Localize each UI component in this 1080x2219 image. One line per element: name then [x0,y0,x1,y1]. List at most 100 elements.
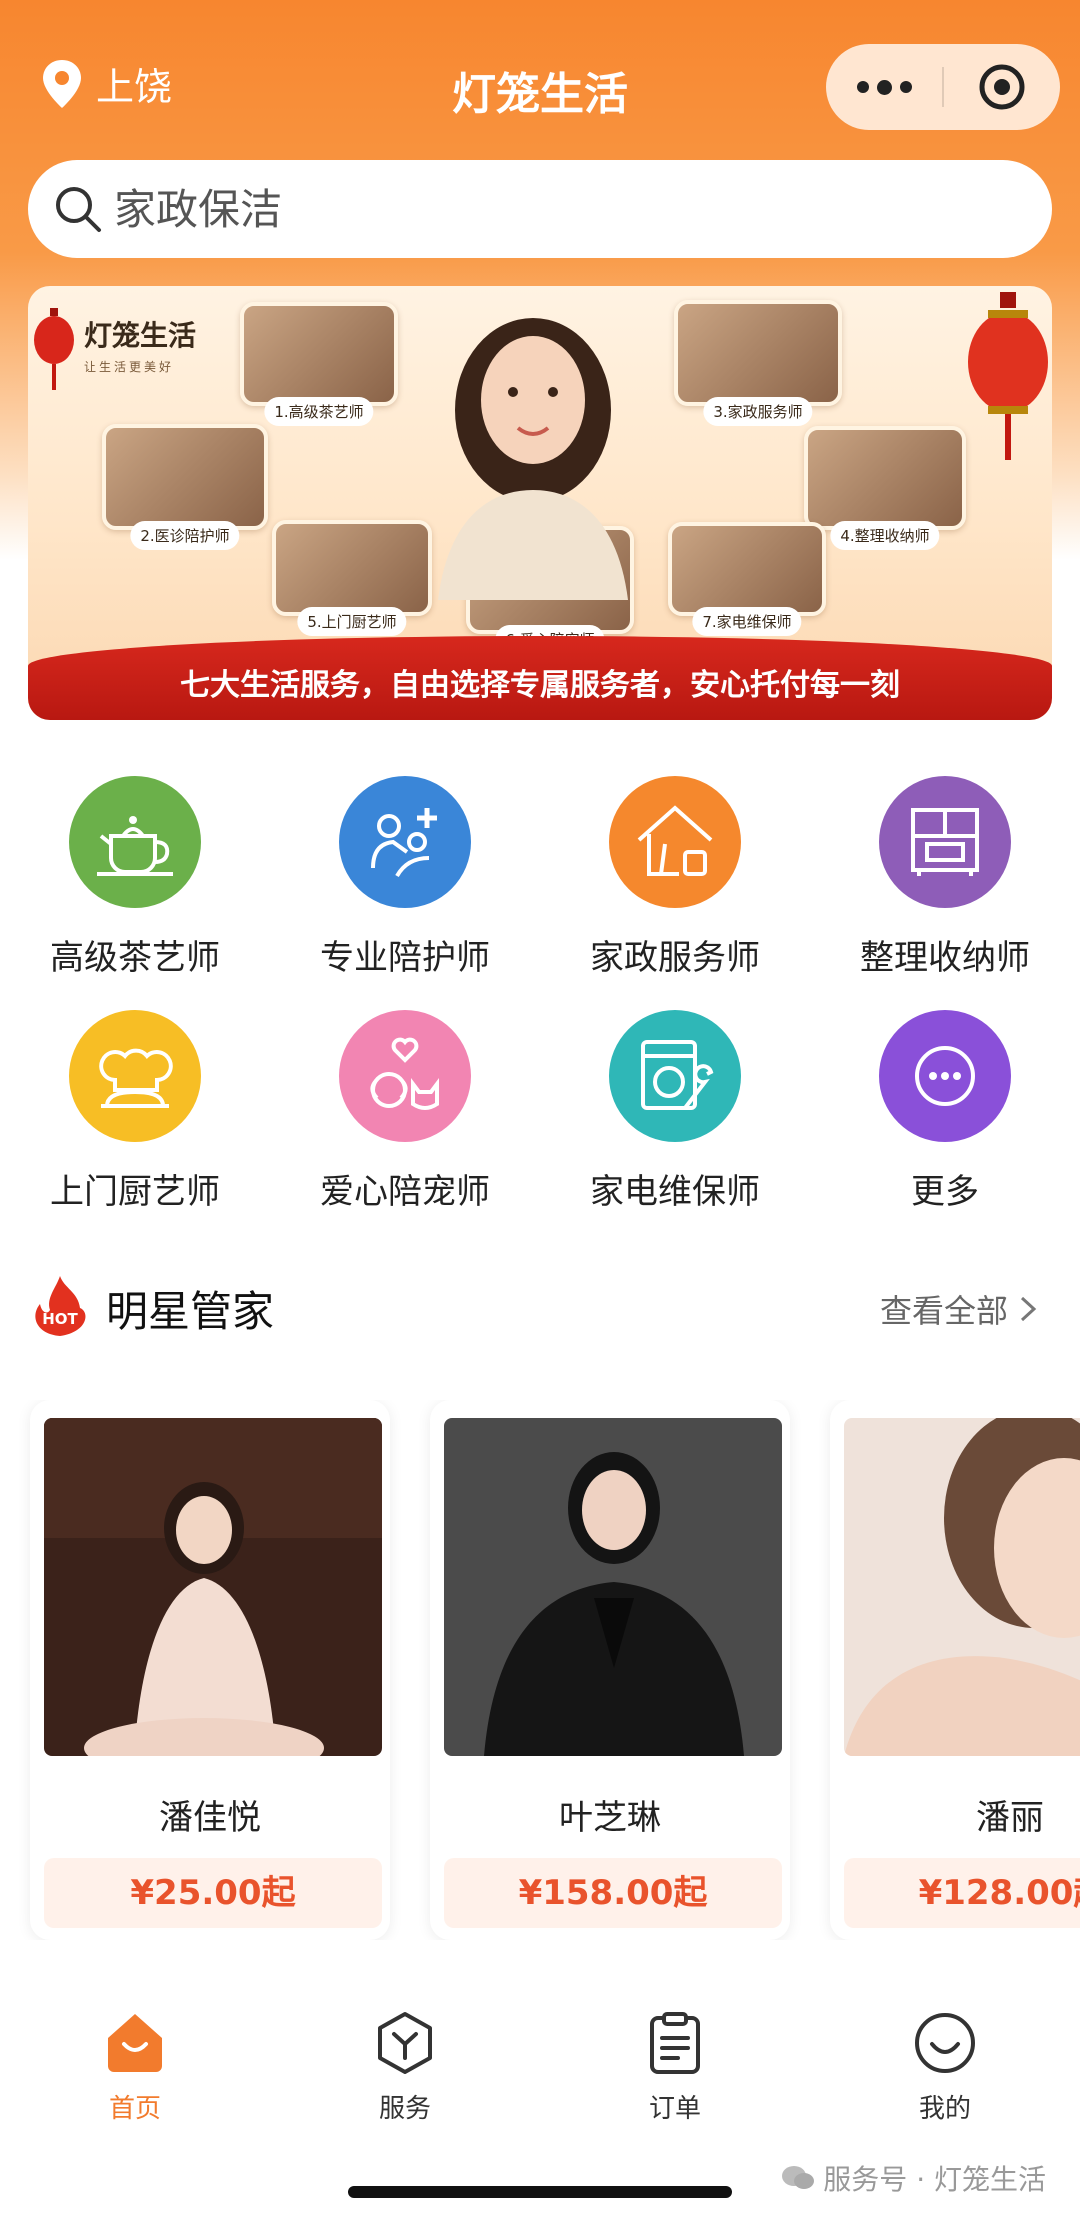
banner-tile: 1.高级茶艺师 [240,302,398,426]
category-label: 更多 [911,1172,979,1212]
tab-label: 首页 [108,2094,161,2124]
housekeeper-carousel: 潘佳悦 ¥25.00起 叶芝琳 ¥158.00起 潘丽 ¥128.00起 [0,1400,1080,1940]
category-icon-circle [339,776,471,908]
category-caregiver[interactable]: 专业陪护师 [270,776,540,979]
bottom-tab-bar: 首页 服务 订单 我的 [0,1990,1080,2140]
banner-tagline: 让生活更美好 [84,360,175,374]
tab-orders[interactable]: 订单 [540,2010,810,2125]
category-label: 上门厨艺师 [50,1172,220,1212]
banner-hero-image [438,318,628,600]
banner-logo: 灯笼生活 让生活更美好 [84,314,196,375]
category-icon-circle [879,1010,1011,1142]
housekeeper-price: ¥158.00起 [444,1858,782,1928]
watermark: 服务号 · 灯笼生活 [781,2158,1046,2198]
banner-logo-text: 灯笼生活 [84,319,197,352]
housekeeper-photo [844,1418,1080,1756]
wechat-icon [782,2166,815,2189]
lantern-icon [34,308,74,390]
category-icon-circle [879,776,1011,908]
housekeeper-photo [444,1418,782,1756]
housekeeper-name: 潘佳悦 [159,1798,261,1838]
more-dot-icon [876,79,892,95]
chef-hat-icon [99,1048,173,1108]
teapot-icon [97,816,173,876]
category-icon-circle [69,1010,201,1142]
hot-badge-text: HOT [42,1310,78,1328]
washer-wrench-icon [641,1040,714,1110]
section-title: 明星管家 [106,1287,275,1336]
banner-tile: 5.上门厨艺师 [272,520,432,636]
category-label: 高级茶艺师 [50,938,220,978]
category-housekeeping[interactable]: 家政服务师 [540,776,810,979]
pet-heart-icon [370,1037,439,1110]
category-organizer[interactable]: 整理收纳师 [810,776,1080,979]
cabinet-icon [911,808,979,876]
housekeeper-name: 叶芝琳 [559,1798,661,1838]
tab-label: 我的 [918,2094,971,2124]
house-broom-icon [637,805,713,876]
banner-tile: 3.家政服务师 [674,300,842,426]
category-icon-circle [69,776,201,908]
category-icon-circle [609,776,741,908]
category-more[interactable]: 更多 [810,1010,1080,1213]
order-icon [650,2012,700,2074]
banner-tile: 2.医诊陪护师 [102,424,268,550]
banner-tile-label: 4.整理收纳师 [830,521,940,550]
category-pet-care[interactable]: 爱心陪宠师 [270,1010,540,1213]
banner-slogan: 七大生活服务，自由选择专属服务者，安心托付每一刻 [180,668,900,703]
housekeeper-card[interactable]: 潘佳悦 ¥25.00起 [30,1400,390,1940]
housekeeper-price: ¥128.00起 [844,1858,1080,1928]
banner-tile-label: 2.医诊陪护师 [130,521,240,550]
service-icon [378,2012,432,2074]
banner-tile-label: 7.家电维保师 [692,607,802,636]
category-label: 家电维保师 [590,1172,760,1212]
tab-profile[interactable]: 我的 [810,2010,1080,2125]
hot-flame-icon: HOT [35,1276,86,1336]
category-appliance-repair[interactable]: 家电维保师 [540,1010,810,1213]
search-bar[interactable] [28,160,1052,258]
banner-tile-label: 1.高级茶艺师 [264,397,374,426]
category-label: 专业陪护师 [320,938,490,978]
banner-tile: 4.整理收纳师 [804,426,966,550]
tab-label: 订单 [648,2094,701,2124]
view-all-link[interactable]: 查看全部 [880,1286,1040,1332]
mini-program-capsule [826,44,1060,130]
category-label: 整理收纳师 [860,938,1030,978]
housekeeper-photo [44,1418,382,1756]
category-label: 爱心陪宠师 [320,1172,490,1212]
more-options-button[interactable] [826,44,942,130]
housekeeper-card[interactable]: 叶芝琳 ¥158.00起 [430,1400,790,1940]
banner-slogan-strip: 七大生活服务，自由选择专属服务者，安心托付每一刻 [28,636,1052,720]
tab-service[interactable]: 服务 [270,2010,540,2125]
lantern-icon [968,292,1048,460]
search-icon [56,187,101,232]
category-tea-master[interactable]: 高级茶艺师 [0,776,270,979]
search-input[interactable] [114,184,1014,234]
more-dot-icon [899,81,912,93]
chevron-right-icon [1020,1296,1037,1322]
home-icon [108,2014,162,2072]
category-icon-circle [339,1010,471,1142]
housekeeper-price: ¥25.00起 [44,1858,382,1928]
banner-tile-label: 3.家政服务师 [703,397,813,426]
tab-label: 服务 [378,2094,431,2124]
banner-tile: 7.家电维保师 [668,522,826,636]
watermark-text: 服务号 · 灯笼生活 [823,2163,1046,2196]
tab-home[interactable]: 首页 [0,2010,270,2125]
more-icon [915,1046,975,1106]
housekeeper-card[interactable]: 潘丽 ¥128.00起 [830,1400,1080,1940]
home-indicator [348,2186,732,2198]
promo-banner[interactable]: 灯笼生活 让生活更美好 1.高级茶艺师 2.医诊陪护师 3.家政服务师 4.整理… [28,286,1052,720]
more-dot-icon [856,81,869,93]
target-icon [979,64,1025,110]
close-mini-program-button[interactable] [944,44,1060,130]
housekeeper-name: 潘丽 [976,1798,1044,1838]
header: 上饶 灯笼生活 [0,30,1080,140]
star-housekeeper-header: HOT 明星管家 查看全部 [30,1270,1050,1340]
category-chef[interactable]: 上门厨艺师 [0,1010,270,1213]
profile-icon [915,2013,975,2073]
category-icon-circle [609,1010,741,1142]
banner-tile-label: 5.上门厨艺师 [297,607,407,636]
caregiver-icon [371,808,437,878]
view-all-label: 查看全部 [879,1292,1008,1330]
